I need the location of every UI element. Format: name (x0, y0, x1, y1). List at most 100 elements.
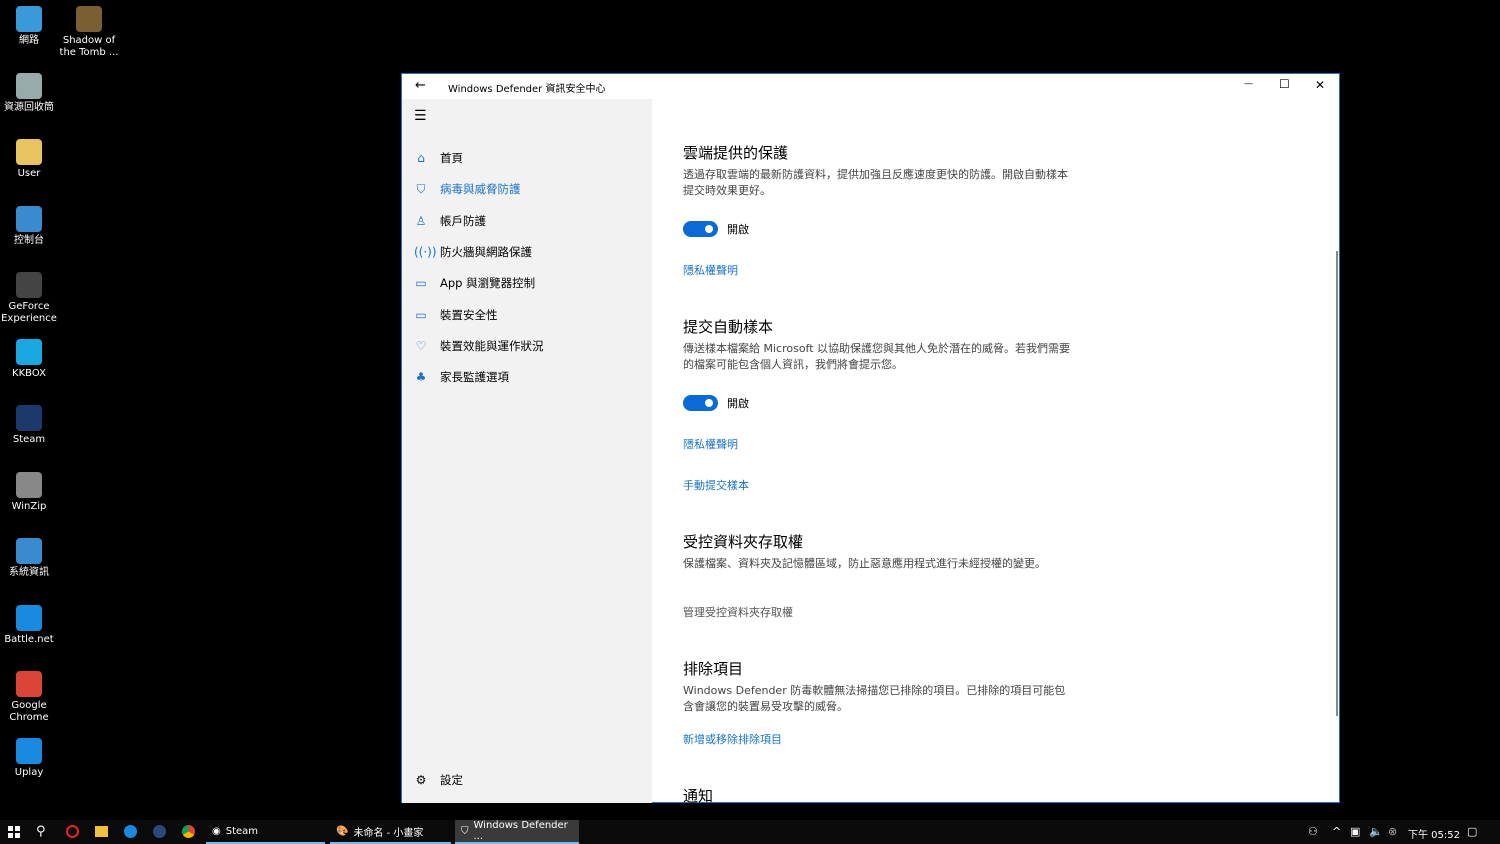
desktop-icon[interactable]: 資源回收筒 (0, 72, 60, 114)
desktop-icon[interactable]: WinZip (0, 471, 60, 513)
taskbar: ⚲ ◉ Steam 🎨 未命名 - 小畫家 ⛉ Windows Defender ..… (0, 820, 1500, 844)
error-icon[interactable]: ⊗ (1388, 825, 1397, 838)
sidebar: ☰ ⌂ 首頁 ⛉ 病毒與威脅防護 ♙ 帳戶防護 ((·)) 防火牆與網路保護 ▭ App 與瀏覽器… (402, 99, 652, 803)
sidebar-item[interactable]: ♙ 帳戶防護 (414, 211, 486, 231)
desktop-icon[interactable]: Shadow of the Tomb ... (58, 6, 120, 59)
desktop-icon[interactable]: 系統資訊 (0, 538, 60, 579)
desktop-icon-label: GeForce Experience (1, 301, 57, 324)
chrome-icon[interactable] (182, 825, 195, 838)
desktop-icon-label: 系統資訊 (9, 567, 49, 578)
shield-icon: ⛉ (461, 825, 469, 837)
exclusions-link[interactable]: 新增或移除排除項目 (683, 731, 782, 747)
nav-icon: ▭ (415, 276, 427, 291)
chevron-up-icon[interactable]: ^ (1332, 825, 1341, 838)
desktop-icon-label: Uplay (14, 766, 44, 778)
app-icon (16, 604, 42, 631)
desktop-icon-label: 控制台 (14, 234, 44, 246)
folder-manage-link[interactable]: 管理受控資料夾存取權 (683, 604, 793, 620)
people-icon[interactable]: ⚇ (1308, 825, 1318, 838)
app-icon (16, 671, 42, 697)
nav-label: 家長監護選項 (440, 370, 509, 385)
taskbar-app-paint[interactable]: 🎨 未命名 - 小畫家 (330, 820, 451, 844)
desktop-icon-label: 網路 (19, 35, 39, 46)
desktop-icon[interactable]: 控制台 (0, 205, 60, 247)
app-icon (16, 139, 42, 165)
app-icon (16, 737, 42, 764)
action-center-icon[interactable]: ▢ (1467, 825, 1477, 838)
taskbar-app-steam[interactable]: ◉ Steam (206, 820, 325, 844)
pinned-app-icon[interactable] (66, 825, 79, 838)
back-button[interactable]: ← (415, 78, 426, 93)
nav-label: 防火牆與網路保護 (440, 244, 532, 259)
app-icon (76, 6, 102, 32)
nav-icon: ♙ (415, 213, 427, 228)
exclusions-desc: Windows Defender 防毒軟體無法掃描您已排除的項目。已排除的項目可… (683, 684, 1066, 713)
toggle-switch[interactable] (683, 395, 718, 411)
clock[interactable]: 下午 05:52 (1408, 826, 1460, 841)
notify-title: 通知 (683, 787, 714, 805)
start-button[interactable] (8, 826, 20, 838)
folder-title: 受控資料夾存取權 (683, 533, 804, 551)
sidebar-item[interactable]: ♡ 裝置效能與運作狀況 (414, 336, 544, 356)
app-label: Steam (225, 825, 259, 837)
cloud-toggle[interactable]: 開啟 (683, 221, 749, 237)
volume-icon[interactable]: 🔈 (1369, 825, 1383, 838)
nav-label: 裝置安全性 (440, 307, 498, 322)
file-explorer-icon[interactable] (95, 826, 108, 837)
sidebar-item[interactable]: ⌂ 首頁 (414, 148, 463, 168)
desktop-icon[interactable]: GeForce Experience (0, 272, 60, 325)
maximize-button[interactable]: ☐ (1279, 77, 1290, 91)
nav-icon: ⌂ (417, 151, 425, 165)
sample-toggle[interactable]: 開啟 (683, 395, 749, 411)
app-icon (16, 205, 42, 232)
app-icon (16, 272, 42, 298)
toggle-label: 開啟 (727, 223, 749, 236)
sample-privacy-link[interactable]: 隱私權聲明 (683, 436, 738, 452)
close-button[interactable]: ✕ (1315, 78, 1325, 92)
taskbar-app-defender[interactable]: ⛉ Windows Defender ... (455, 820, 579, 844)
app-icon (16, 471, 42, 498)
toggle-switch[interactable] (683, 221, 718, 237)
nav-label: 帳戶防護 (440, 213, 486, 228)
desktop-icon[interactable]: Uplay (0, 737, 60, 779)
cloud-desc: 透過存取雲端的最新防護資料，提供加強且反應速度更快的防護。開啟自動樣本提交時效果… (683, 168, 1068, 197)
app-icon (16, 538, 42, 564)
nav-icon: ♣ (415, 370, 427, 385)
desktop-icon[interactable]: Google Chrome (0, 671, 60, 724)
sidebar-item[interactable]: ▭ 裝置安全性 (414, 305, 498, 325)
desktop-icon-label: 資源回收筒 (4, 101, 54, 113)
sidebar-item-settings[interactable]: ⚙ 設定 (414, 770, 463, 790)
nav-icon: ⛉ (416, 181, 426, 196)
desktop-icon-label: Google Chrome (9, 700, 49, 723)
desktop-icon[interactable]: Battle.net (0, 604, 60, 646)
network-icon[interactable]: ▣ (1350, 825, 1360, 838)
exclusions-title: 排除項目 (683, 660, 744, 678)
desktop-icon[interactable]: KKBOX (0, 338, 60, 380)
nav-label: 裝置效能與運作狀況 (440, 338, 544, 353)
manual-submit-link[interactable]: 手動提交樣本 (683, 477, 749, 493)
nav-icon: ♡ (415, 338, 427, 353)
desktop-icon[interactable]: Steam (0, 405, 60, 446)
desktop-icon[interactable]: User (0, 139, 60, 180)
sidebar-item[interactable]: ♣ 家長監護選項 (414, 367, 509, 387)
sidebar-item[interactable]: ((·)) 防火牆與網路保護 (414, 242, 532, 262)
sample-desc: 傳送樣本檔案給 Microsoft 以協助保護您與其他人免於潛在的威脅。若我們需… (683, 342, 1071, 371)
nav-label: 病毒與威脅防護 (440, 182, 521, 197)
cloud-title: 雲端提供的保護 (683, 144, 789, 162)
hamburger-menu-icon[interactable]: ☰ (414, 108, 427, 124)
app-icon (16, 405, 42, 431)
sidebar-item[interactable]: ⛉ 病毒與威脅防護 (414, 179, 521, 199)
desktop-icon[interactable]: 網路 (0, 6, 60, 47)
desktop-icon-label: Battle.net (4, 633, 54, 645)
cloud-privacy-link[interactable]: 隱私權聲明 (683, 262, 738, 278)
app-label: 未命名 - 小畫家 (353, 827, 424, 839)
search-icon[interactable]: ⚲ (36, 824, 46, 839)
uplay-icon[interactable] (124, 825, 137, 838)
minimize-button[interactable]: — (1244, 79, 1253, 89)
paint-icon: 🎨 (336, 825, 349, 837)
title-bar: ← Windows Defender 資訊安全中心 — ☐ ✕ (402, 74, 1339, 99)
desktop-icon-label: KKBOX (12, 367, 46, 379)
scrollbar[interactable] (1336, 251, 1338, 716)
steam-icon[interactable] (153, 825, 166, 838)
sidebar-item[interactable]: ▭ App 與瀏覽器控制 (414, 273, 535, 293)
